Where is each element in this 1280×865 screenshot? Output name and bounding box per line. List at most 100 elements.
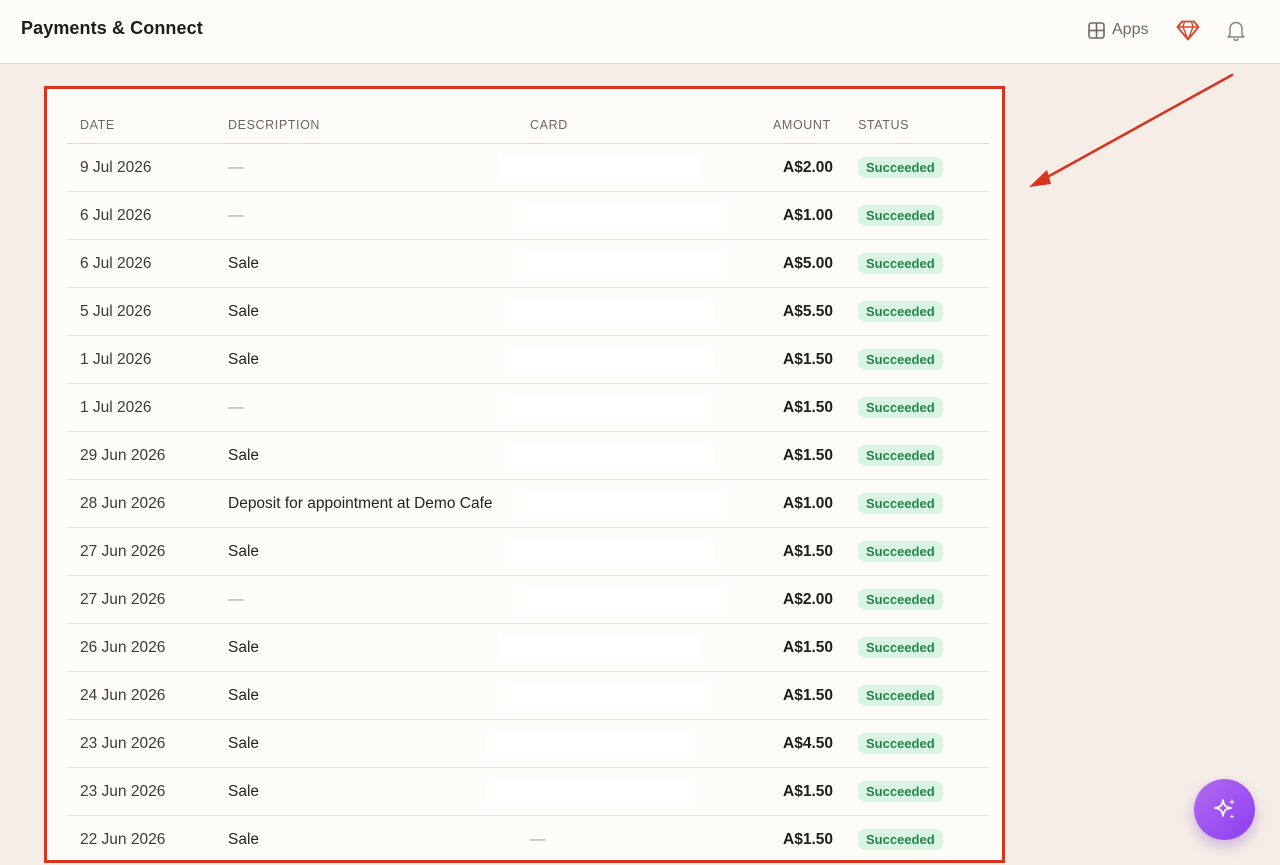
status-badge: Succeeded	[858, 541, 943, 562]
upgrade-button[interactable]	[1176, 18, 1200, 42]
row-amount: A$1.50	[783, 831, 833, 848]
table-header: DATE DESCRIPTION CARD AMOUNT STATUS	[67, 113, 989, 144]
row-card-redacted	[485, 730, 690, 756]
row-description: Sale	[228, 351, 260, 368]
row-card-redacted	[510, 298, 715, 324]
row-date: 23 Jun 2026	[80, 783, 166, 800]
row-date: 1 Jul 2026	[80, 399, 152, 416]
row-amount: A$4.50	[783, 735, 833, 752]
row-description: —	[228, 159, 244, 176]
row-amount: A$1.50	[783, 687, 833, 704]
row-date: 22 Jun 2026	[80, 831, 166, 848]
row-amount: A$1.50	[783, 399, 833, 416]
table-row[interactable]: 6 Jul 2026 Sale A$5.00 Succeeded	[67, 240, 989, 288]
status-badge: Succeeded	[858, 301, 943, 322]
row-description: —	[228, 399, 244, 416]
row-card: —	[530, 831, 546, 848]
row-description: Deposit for appointment at Demo Cafe	[228, 495, 493, 512]
table-row[interactable]: 23 Jun 2026 Sale A$1.50 Succeeded	[67, 768, 989, 816]
status-badge: Succeeded	[858, 397, 943, 418]
column-header-status[interactable]: STATUS	[858, 118, 909, 132]
status-badge: Succeeded	[858, 445, 943, 466]
table-row[interactable]: 6 Jul 2026 — A$1.00 Succeeded	[67, 192, 989, 240]
status-badge: Succeeded	[858, 781, 943, 802]
row-card-redacted	[485, 778, 690, 804]
row-description: Sale	[228, 831, 260, 848]
row-card-redacted	[510, 442, 715, 468]
row-amount: A$1.50	[783, 351, 833, 368]
row-amount: A$1.00	[783, 207, 833, 224]
row-amount: A$5.50	[783, 303, 833, 320]
row-date: 27 Jun 2026	[80, 543, 166, 560]
row-card-redacted	[502, 682, 707, 708]
row-card-redacted	[498, 154, 703, 180]
row-amount: A$1.00	[783, 495, 833, 512]
row-amount: A$1.50	[783, 447, 833, 464]
table-row[interactable]: 22 Jun 2026 Sale — A$1.50 Succeeded	[67, 816, 989, 860]
status-badge: Succeeded	[858, 157, 943, 178]
bell-icon	[1227, 21, 1245, 42]
table-row[interactable]: 1 Jul 2026 — A$1.50 Succeeded	[67, 384, 989, 432]
row-card-redacted	[510, 346, 715, 372]
row-amount: A$1.50	[783, 783, 833, 800]
row-description: —	[228, 591, 244, 608]
row-amount: A$2.00	[783, 159, 833, 176]
row-amount: A$5.00	[783, 255, 833, 272]
row-description: Sale	[228, 255, 260, 272]
row-card-redacted	[518, 490, 723, 516]
row-amount: A$2.00	[783, 591, 833, 608]
top-bar: Payments & Connect Apps	[0, 0, 1280, 64]
payments-table-panel: DATE DESCRIPTION CARD AMOUNT STATUS 9 Ju…	[44, 86, 1005, 863]
column-header-card[interactable]: CARD	[530, 118, 568, 132]
table-row[interactable]: 27 Jun 2026 Sale A$1.50 Succeeded	[67, 528, 989, 576]
row-description: Sale	[228, 687, 260, 704]
page-title: Payments & Connect	[21, 18, 203, 38]
grid-icon	[1088, 21, 1105, 39]
row-card-redacted	[502, 394, 707, 420]
annotation-arrow	[1029, 73, 1234, 187]
status-badge: Succeeded	[858, 493, 943, 514]
apps-button[interactable]: Apps	[1088, 18, 1148, 42]
row-date: 26 Jun 2026	[80, 639, 166, 656]
row-amount: A$1.50	[783, 543, 833, 560]
table-row[interactable]: 26 Jun 2026 Sale A$1.50 Succeeded	[67, 624, 989, 672]
table-row[interactable]: 5 Jul 2026 Sale A$5.50 Succeeded	[67, 288, 989, 336]
column-header-date[interactable]: DATE	[80, 118, 115, 132]
row-date: 6 Jul 2026	[80, 255, 152, 272]
row-card-redacted	[518, 250, 723, 276]
table-row[interactable]: 1 Jul 2026 Sale A$1.50 Succeeded	[67, 336, 989, 384]
table-row[interactable]: 29 Jun 2026 Sale A$1.50 Succeeded	[67, 432, 989, 480]
row-description: Sale	[228, 735, 260, 752]
status-badge: Succeeded	[858, 205, 943, 226]
row-card-redacted	[518, 202, 723, 228]
notifications-button[interactable]	[1224, 18, 1248, 42]
row-card-redacted	[518, 586, 723, 612]
apps-label: Apps	[1112, 21, 1149, 38]
gem-icon	[1176, 20, 1200, 41]
status-badge: Succeeded	[858, 253, 943, 274]
row-date: 23 Jun 2026	[80, 735, 166, 752]
table-row[interactable]: 9 Jul 2026 — A$2.00 Succeeded	[67, 144, 989, 192]
table-row[interactable]: 24 Jun 2026 Sale A$1.50 Succeeded	[67, 672, 989, 720]
column-header-amount[interactable]: AMOUNT	[773, 118, 831, 132]
column-header-description[interactable]: DESCRIPTION	[228, 118, 320, 132]
status-badge: Succeeded	[858, 685, 943, 706]
row-date: 24 Jun 2026	[80, 687, 166, 704]
row-card-redacted	[510, 538, 715, 564]
table-row[interactable]: 23 Jun 2026 Sale A$4.50 Succeeded	[67, 720, 989, 768]
ai-assistant-button[interactable]	[1194, 779, 1255, 840]
status-badge: Succeeded	[858, 637, 943, 658]
status-badge: Succeeded	[858, 733, 943, 754]
row-description: Sale	[228, 639, 260, 656]
row-date: 5 Jul 2026	[80, 303, 152, 320]
table-row[interactable]: 28 Jun 2026 Deposit for appointment at De…	[67, 480, 989, 528]
row-date: 6 Jul 2026	[80, 207, 152, 224]
row-date: 27 Jun 2026	[80, 591, 166, 608]
row-date: 28 Jun 2026	[80, 495, 166, 512]
row-date: 1 Jul 2026	[80, 351, 152, 368]
status-badge: Succeeded	[858, 349, 943, 370]
table-row[interactable]: 27 Jun 2026 — A$2.00 Succeeded	[67, 576, 989, 624]
status-badge: Succeeded	[858, 589, 943, 610]
row-card-redacted	[498, 634, 703, 660]
row-description: Sale	[228, 783, 260, 800]
